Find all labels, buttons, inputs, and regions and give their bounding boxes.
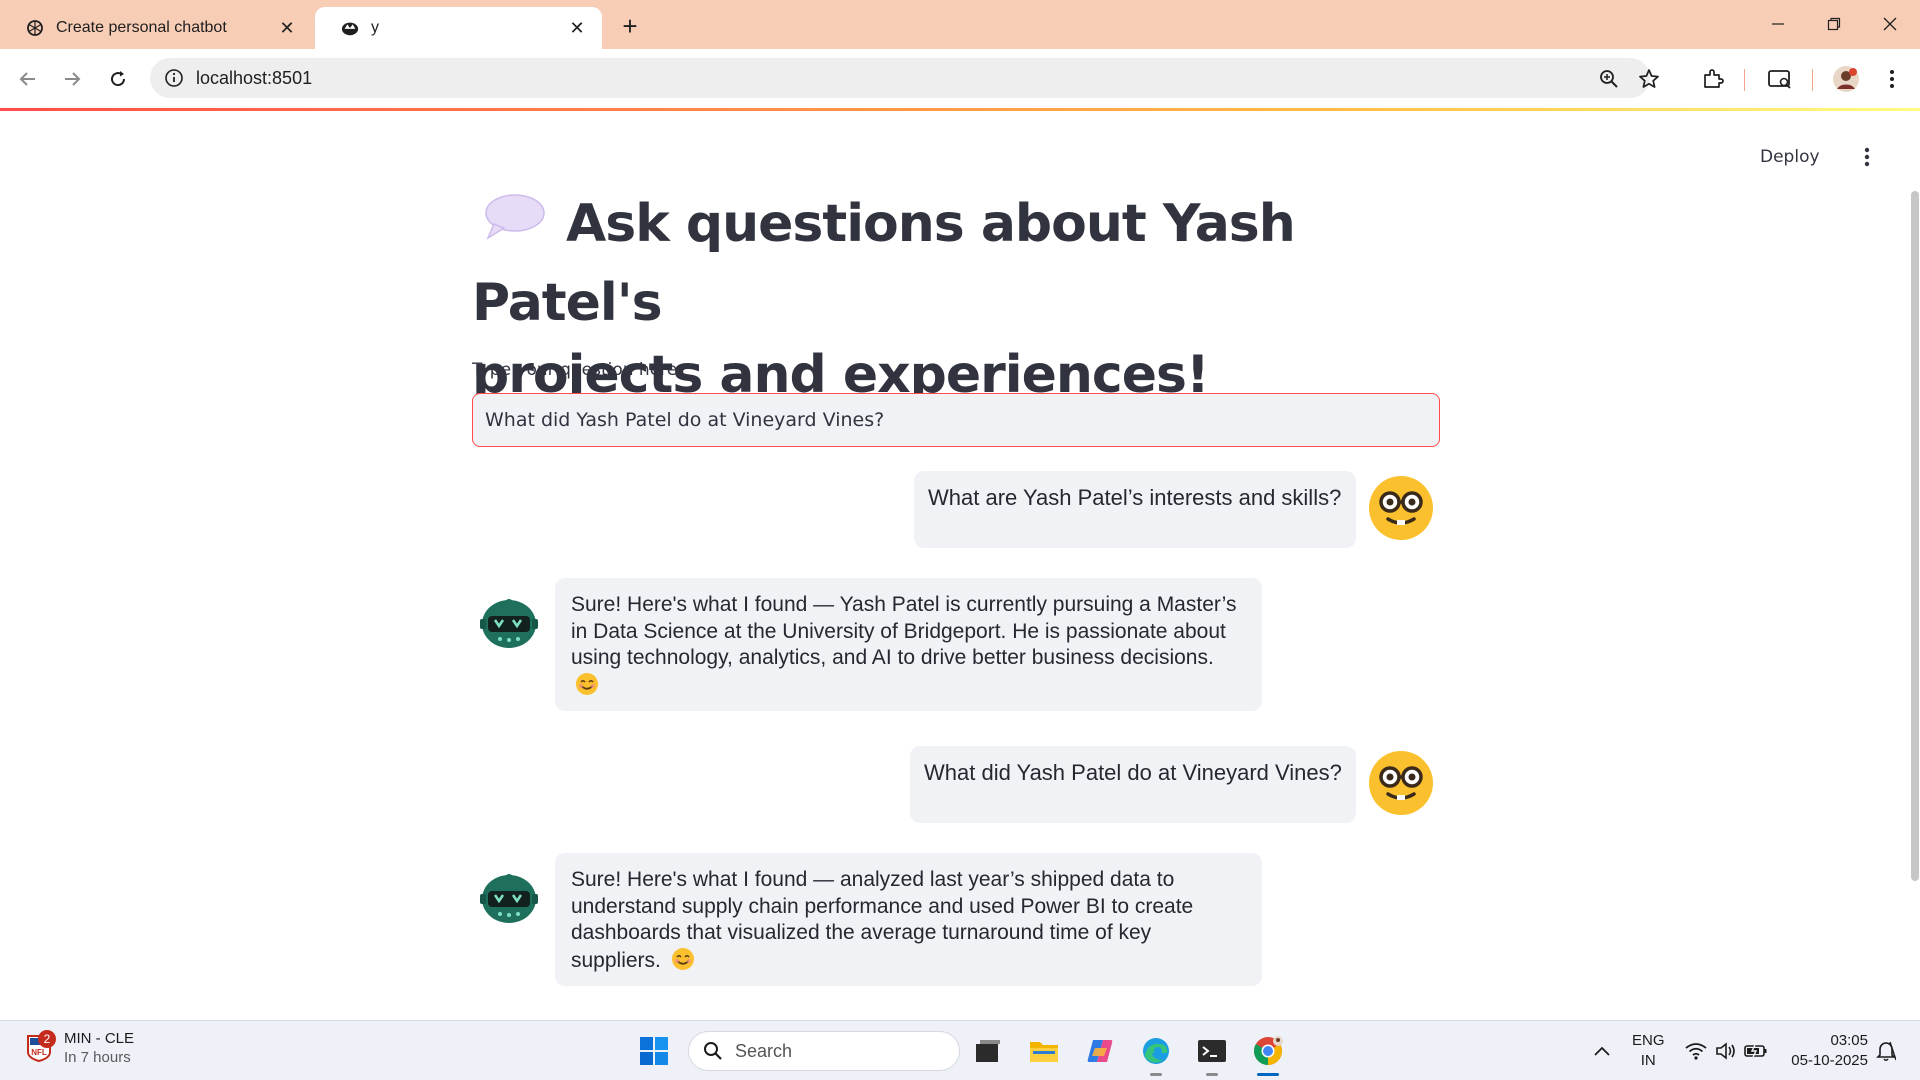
smiling-face-icon — [575, 672, 599, 696]
streamlit-crown-icon — [341, 19, 359, 37]
tab-title: y — [371, 19, 379, 36]
windows-taskbar: NFL 2 MIN - CLE In 7 hours Search ENG IN… — [0, 1020, 1920, 1080]
minimize-icon[interactable] — [1756, 8, 1800, 40]
language-region: IN — [1640, 1052, 1656, 1069]
extensions-puzzle-icon[interactable] — [1697, 63, 1729, 95]
browser-tab-strip: Create personal chatbot ✕ y ✕ + — [0, 0, 1920, 49]
weather-title: MIN - CLE — [64, 1030, 135, 1047]
question-input-label: Type your question here: — [472, 360, 683, 380]
tab-create-personal-chatbot[interactable]: Create personal chatbot ✕ — [0, 7, 312, 49]
chrome-menu-icon[interactable] — [1876, 63, 1908, 95]
speech-balloon-icon — [484, 187, 546, 259]
robot-avatar — [476, 864, 542, 930]
assistant-message: Sure! Here's what I found — analyzed las… — [555, 853, 1262, 986]
reload-icon[interactable] — [102, 63, 134, 95]
search-icon — [704, 1042, 722, 1060]
address-bar[interactable]: localhost:8501 — [150, 58, 1659, 98]
notification-bell-icon[interactable] — [1866, 1031, 1906, 1071]
profile-avatar[interactable] — [1830, 63, 1862, 95]
message-text: What are Yash Patel’s interests and skil… — [928, 485, 1342, 510]
title-line-1: Ask questions about Yash Patel's — [472, 194, 1296, 333]
browser-toolbar: localhost:8501 — [0, 49, 1920, 108]
restore-icon[interactable] — [1812, 8, 1856, 40]
language-code: ENG — [1632, 1032, 1665, 1049]
battery-icon[interactable] — [1736, 1031, 1776, 1071]
copilot-icon[interactable] — [1080, 1031, 1120, 1071]
notification-badge: 2 — [38, 1030, 56, 1048]
openai-icon — [26, 19, 44, 37]
close-window-icon[interactable] — [1868, 8, 1912, 40]
close-tab-icon[interactable]: ✕ — [566, 17, 588, 39]
edge-browser-icon[interactable] — [1136, 1031, 1176, 1071]
smiling-face-icon — [671, 947, 695, 971]
app-page: Deploy Ask questions about Yash Patel's … — [0, 111, 1920, 1020]
forward-arrow-icon[interactable] — [56, 63, 88, 95]
nerd-face-avatar — [1368, 475, 1434, 541]
search-placeholder: Search — [735, 1040, 793, 1061]
chrome-icon[interactable] — [1248, 1031, 1288, 1071]
windows-start-icon[interactable] — [634, 1031, 674, 1071]
new-tab-button[interactable]: + — [616, 11, 644, 41]
site-info-icon[interactable] — [162, 66, 186, 90]
page-scrollbar[interactable] — [1911, 191, 1919, 881]
back-arrow-icon[interactable] — [12, 63, 44, 95]
tab-streamlit-app[interactable]: y ✕ — [315, 7, 602, 49]
message-text: Sure! Here's what I found — Yash Patel i… — [571, 593, 1237, 669]
question-input[interactable] — [472, 393, 1440, 447]
nerd-face-avatar — [1368, 750, 1434, 816]
app-main-menu-icon[interactable] — [1855, 145, 1879, 169]
terminal-icon[interactable] — [1192, 1031, 1232, 1071]
robot-avatar — [476, 589, 542, 655]
taskbar-search[interactable]: Search — [688, 1031, 960, 1071]
toolbar-separator — [1812, 69, 1813, 91]
assistant-message: Sure! Here's what I found — Yash Patel i… — [555, 578, 1262, 711]
input-language-indicator[interactable]: ENG IN — [1632, 1031, 1665, 1071]
clock-date: 05-10-2025 — [1791, 1052, 1868, 1069]
user-message: What are Yash Patel’s interests and skil… — [914, 471, 1356, 548]
running-indicator — [1150, 1073, 1162, 1076]
svg-text:NFL: NFL — [31, 1048, 47, 1057]
message-text: Sure! Here's what I found — analyzed las… — [571, 868, 1194, 972]
clock-time: 03:05 — [1830, 1032, 1868, 1049]
deploy-button[interactable]: Deploy — [1760, 147, 1820, 167]
task-view-icon[interactable] — [968, 1031, 1008, 1071]
close-tab-icon[interactable]: ✕ — [276, 17, 298, 39]
url-text: localhost:8501 — [196, 68, 313, 88]
bookmark-star-icon[interactable] — [1636, 66, 1662, 92]
zoom-icon[interactable] — [1596, 66, 1622, 92]
toolbar-separator — [1744, 69, 1745, 91]
weather-widget[interactable]: NFL 2 MIN - CLE In 7 hours — [26, 1030, 134, 1066]
tab-search-icon[interactable] — [1764, 63, 1796, 95]
running-indicator — [1206, 1073, 1218, 1076]
active-app-indicator — [1257, 1073, 1279, 1076]
weather-subtitle: In 7 hours — [64, 1049, 131, 1066]
file-explorer-icon[interactable] — [1024, 1031, 1064, 1071]
show-hidden-icons-chevron-icon[interactable] — [1582, 1031, 1622, 1071]
user-message: What did Yash Patel do at Vineyard Vines… — [910, 746, 1356, 823]
tab-title: Create personal chatbot — [56, 19, 227, 36]
clock[interactable]: 03:05 05-10-2025 — [1784, 1031, 1868, 1071]
nfl-icon: NFL 2 — [26, 1030, 56, 1063]
message-text: What did Yash Patel do at Vineyard Vines… — [924, 760, 1342, 785]
